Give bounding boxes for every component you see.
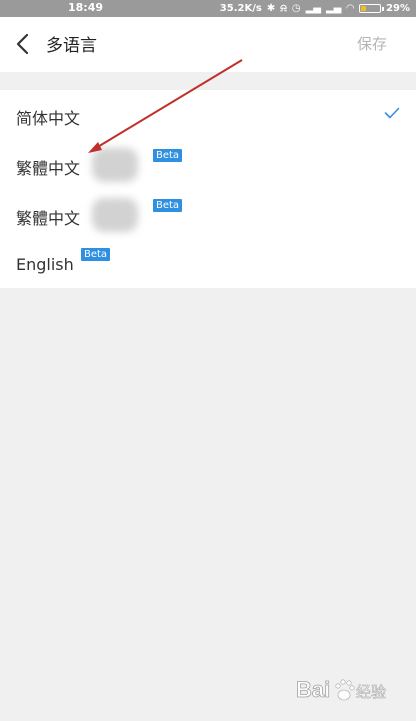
- alarm-icon: ◷: [291, 3, 301, 14]
- signal-icon: ▂▄: [325, 3, 342, 14]
- check-icon: [384, 107, 400, 119]
- language-label: 繁體中文: [16, 209, 81, 228]
- app-bar: 多语言 保存: [0, 17, 416, 72]
- language-list: 简体中文 繁體中文 Beta 繁體中文 Beta English Beta: [0, 90, 416, 288]
- bluetooth-icon: ✱: [266, 3, 276, 14]
- status-icons: 35.2K/s ✱ ⍾ ◷ ▂▄ ▂▄ ◠ 29%: [220, 0, 410, 17]
- signal-icon: ▂▄: [305, 3, 321, 14]
- beta-badge: Beta: [153, 199, 183, 212]
- battery-fill: [361, 6, 367, 11]
- page-title: 多语言: [46, 36, 97, 56]
- battery-indicator: 29%: [359, 0, 410, 17]
- baidu-watermark: Bai 经验: [296, 669, 396, 709]
- beta-badge: Beta: [81, 248, 111, 261]
- baidu-paw-icon: Bai 经验: [296, 677, 387, 703]
- language-label: 简体中文: [16, 109, 81, 128]
- beta-badge: Beta: [153, 149, 183, 162]
- battery-icon: [359, 4, 382, 13]
- mute-icon: ⍾: [280, 3, 287, 14]
- blurred-text: [92, 148, 138, 182]
- language-option-traditional-chinese[interactable]: 繁體中文 Beta: [0, 190, 416, 240]
- status-time: 18:49: [68, 1, 104, 14]
- language-option-simplified-chinese[interactable]: 简体中文: [0, 90, 416, 140]
- chevron-left-icon: [16, 33, 29, 55]
- language-option-traditional-chinese[interactable]: 繁體中文 Beta: [0, 140, 416, 190]
- language-label: 繁體中文: [16, 159, 81, 178]
- svg-text:经验: 经验: [356, 683, 386, 701]
- back-button[interactable]: [12, 30, 38, 58]
- wifi-icon: ◠: [346, 3, 355, 14]
- blurred-text: [92, 198, 138, 232]
- language-label: English: [16, 255, 74, 274]
- language-option-english[interactable]: English Beta: [0, 240, 416, 290]
- battery-percent: 29%: [386, 3, 410, 14]
- svg-text:Bai: Bai: [296, 677, 330, 702]
- save-button[interactable]: 保存: [357, 33, 387, 54]
- network-speed: 35.2K/s: [219, 3, 262, 14]
- status-bar: 18:49 35.2K/s ✱ ⍾ ◷ ▂▄ ▂▄ ◠ 29%: [0, 0, 416, 17]
